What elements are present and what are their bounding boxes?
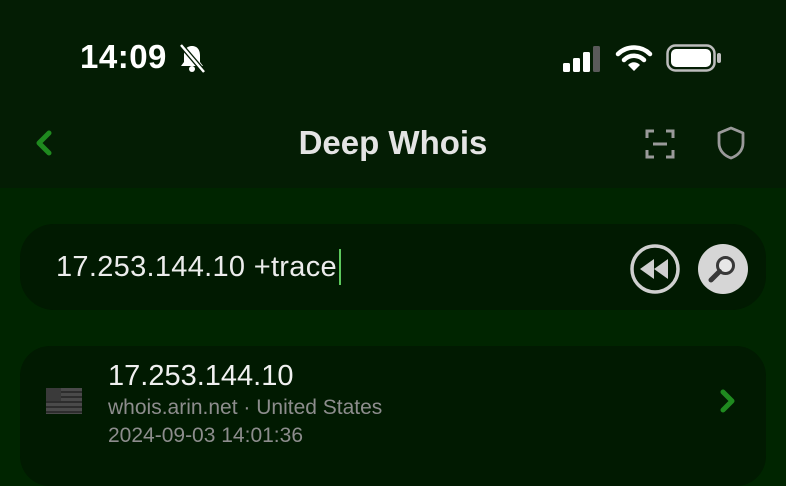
rewind-icon[interactable] xyxy=(630,244,680,294)
scan-icon[interactable] xyxy=(644,128,676,160)
search-bar[interactable]: 17.253.144.10 +trace xyxy=(20,224,766,310)
bell-slash-icon xyxy=(179,43,206,74)
list-item[interactable]: 17.253.144.10 whois.arin.net · United St… xyxy=(20,346,766,486)
result-timestamp: 2024-09-03 14:01:36 xyxy=(108,424,303,447)
wifi-icon xyxy=(615,45,653,71)
battery-icon xyxy=(666,44,721,72)
chevron-right-icon[interactable] xyxy=(718,388,738,414)
result-subtitle: whois.arin.net · United States xyxy=(108,396,383,419)
search-icon[interactable] xyxy=(698,244,748,294)
text-caret xyxy=(338,249,341,285)
search-input[interactable]: 17.253.144.10 +trace xyxy=(56,249,341,285)
result-ip: 17.253.144.10 xyxy=(108,360,294,392)
top-bar: 14:09 Deep Whois xyxy=(0,0,786,188)
search-input-text: 17.253.144.10 +trace xyxy=(56,250,337,283)
shield-icon[interactable] xyxy=(716,126,746,160)
cellular-signal-icon xyxy=(563,46,600,72)
us-flag-icon xyxy=(46,388,82,414)
status-time: 14:09 xyxy=(80,38,167,75)
